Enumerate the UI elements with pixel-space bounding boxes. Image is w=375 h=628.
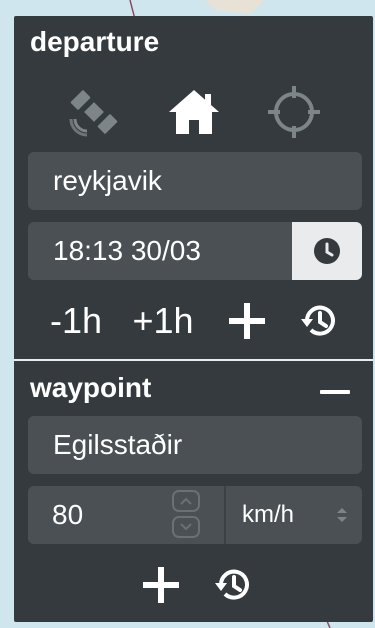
crosshair-icon	[268, 86, 320, 138]
sort-arrows-icon	[337, 508, 347, 522]
speed-field-group: 80 km/h	[28, 486, 362, 544]
satellite-icon	[69, 90, 118, 137]
section-divider	[14, 359, 373, 361]
departure-location-input[interactable]: reykjavik	[28, 152, 362, 210]
minus-icon[interactable]	[320, 390, 350, 394]
waypoint-location-input[interactable]: Egilsstaðir	[28, 416, 362, 474]
history-icon	[301, 305, 335, 336]
waypoint-title: waypoint	[30, 372, 152, 403]
plus-icon	[229, 303, 265, 339]
speed-input[interactable]: 80	[52, 486, 83, 544]
locate-mode-button[interactable]	[264, 82, 324, 142]
minus-hour-button[interactable]: -1h	[38, 298, 114, 344]
plus-icon	[143, 567, 179, 603]
waypoint-history-button[interactable]	[208, 562, 258, 608]
route-panel: departure reykjavik 18:13 30/03 -1h +1h …	[14, 16, 373, 622]
pick-time-button[interactable]	[292, 222, 362, 280]
add-waypoint-button[interactable]	[136, 562, 186, 608]
chevron-up-icon[interactable]	[172, 490, 200, 512]
history-icon	[215, 569, 249, 600]
unit-label: km/h	[242, 501, 295, 528]
unit-select[interactable]: km/h	[226, 486, 362, 544]
plus-hour-button[interactable]: +1h	[122, 298, 204, 344]
departure-title: departure	[30, 26, 160, 57]
home-mode-button[interactable]	[164, 82, 224, 142]
gps-mode-button[interactable]	[64, 82, 124, 142]
home-icon	[169, 90, 219, 134]
add-departure-button[interactable]	[222, 298, 272, 344]
speed-stepper[interactable]	[172, 490, 200, 540]
clock-icon	[314, 238, 340, 264]
departure-datetime-input[interactable]: 18:13 30/03	[28, 222, 292, 280]
chevron-down-icon[interactable]	[172, 516, 200, 538]
departure-history-button[interactable]	[294, 298, 344, 344]
